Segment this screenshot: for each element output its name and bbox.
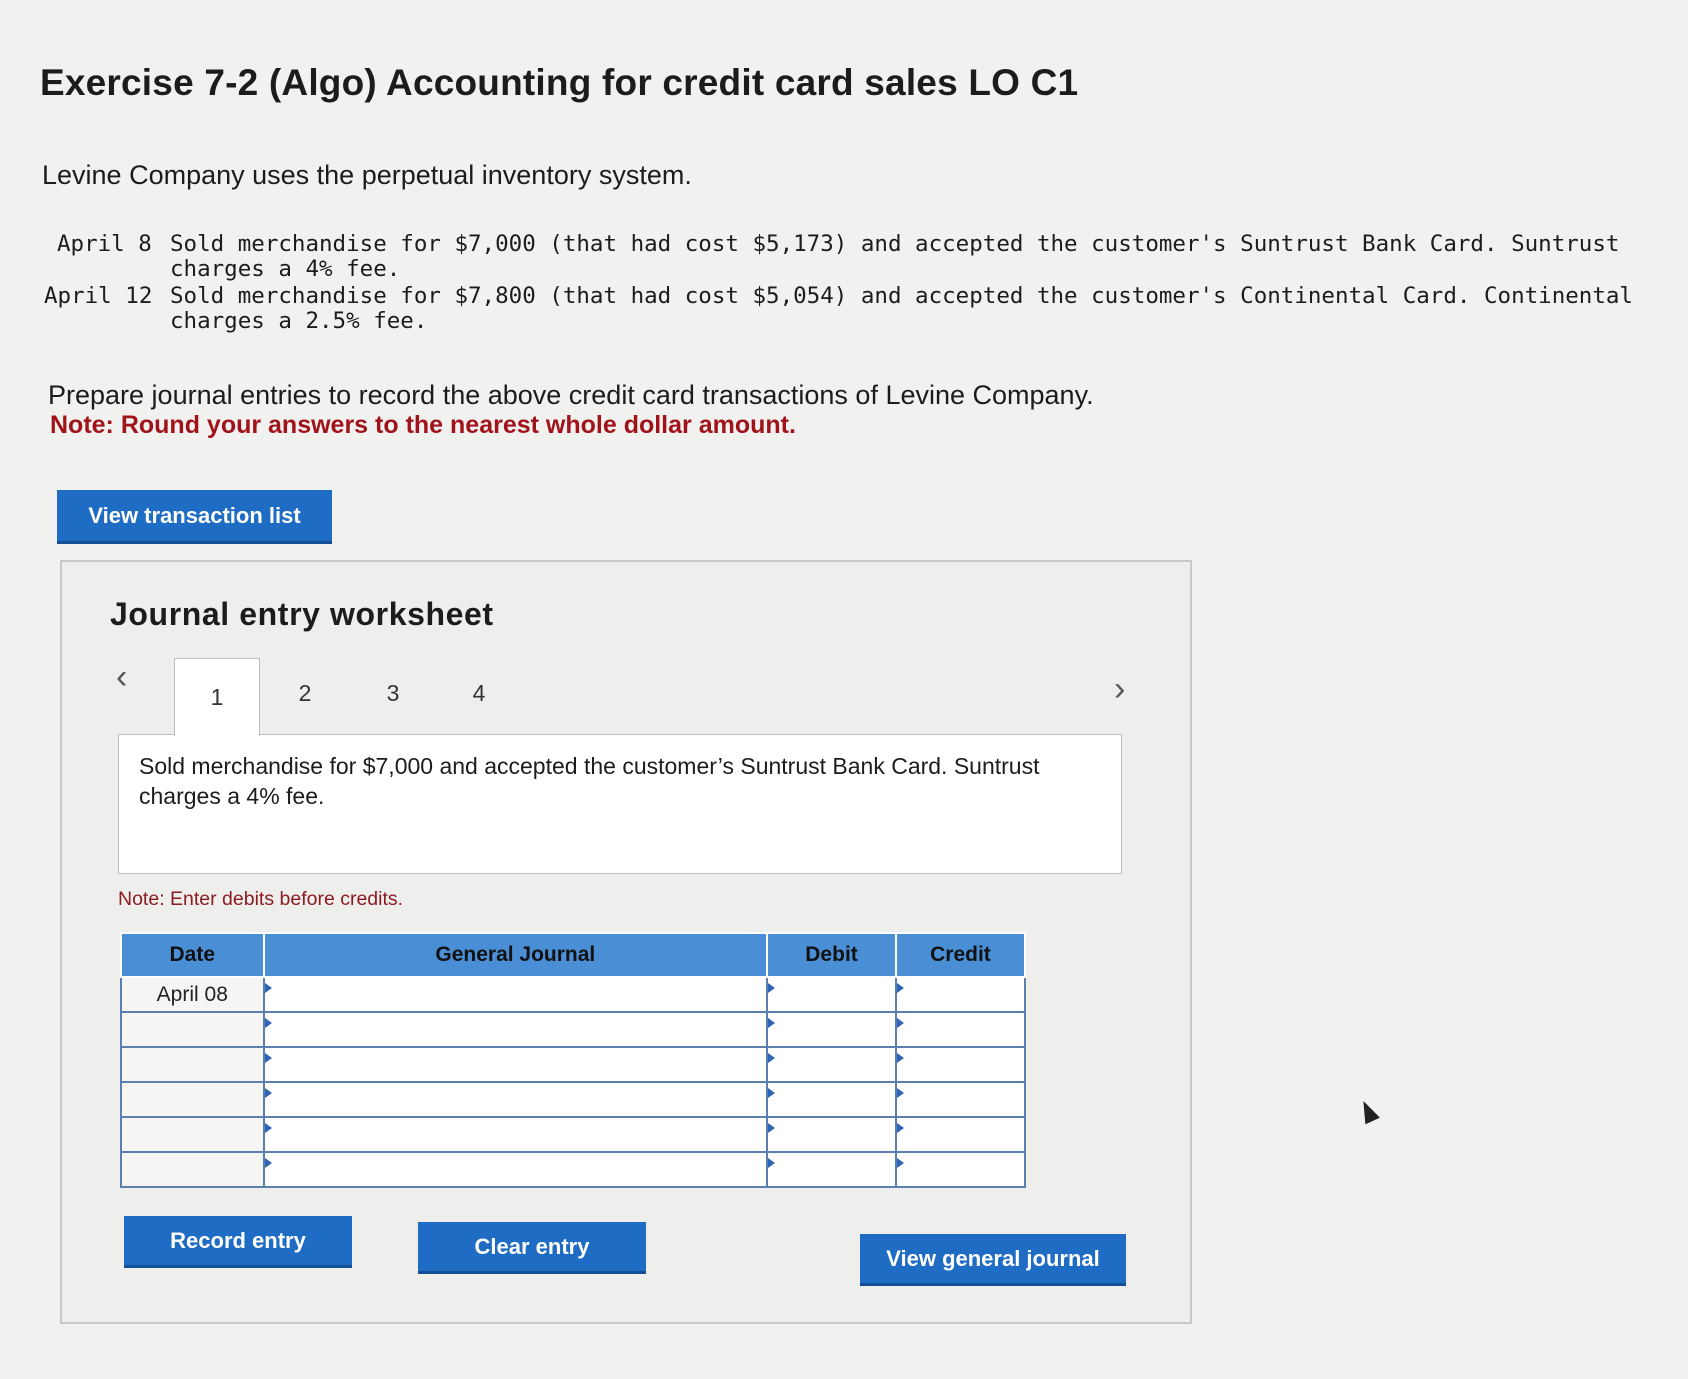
table-header-row: Date General Journal Debit Credit — [120, 932, 1027, 978]
table-row — [120, 1116, 1027, 1153]
date-cell — [120, 1011, 265, 1048]
dropdown-indicator-icon — [264, 1122, 272, 1133]
transaction-line: Sold merchandise for $7,000 (that had co… — [170, 231, 1620, 257]
account-input[interactable] — [262, 1116, 769, 1153]
column-header-date: Date — [120, 932, 265, 978]
debit-input[interactable] — [766, 1011, 897, 1048]
chevron-left-icon[interactable]: ‹ — [116, 658, 127, 697]
credit-input[interactable] — [894, 1116, 1027, 1153]
worksheet-title: Journal entry worksheet — [110, 596, 494, 632]
input-indicator-icon — [896, 1157, 904, 1168]
column-header-general-journal: General Journal — [262, 932, 769, 978]
tab-3[interactable]: 3 — [350, 658, 436, 728]
debit-input[interactable] — [766, 1116, 897, 1153]
account-input[interactable] — [262, 1046, 769, 1083]
dropdown-indicator-icon — [264, 1087, 272, 1098]
credit-input[interactable] — [894, 1081, 1027, 1118]
date-cell — [120, 1116, 265, 1153]
dropdown-indicator-icon — [264, 1017, 272, 1028]
table-row — [120, 1081, 1027, 1118]
mouse-pointer-icon — [1356, 1097, 1380, 1125]
input-indicator-icon — [768, 1157, 776, 1168]
credit-input[interactable] — [894, 1151, 1027, 1188]
transaction-item: April 12 Sold merchandise for $7,800 (th… — [44, 284, 1664, 344]
input-indicator-icon — [896, 1122, 904, 1133]
input-indicator-icon — [896, 982, 904, 993]
clear-entry-button[interactable]: Clear entry — [418, 1222, 646, 1274]
account-input[interactable] — [262, 976, 769, 1013]
transaction-line: charges a 4% fee. — [170, 256, 401, 282]
transaction-date: April 12 — [44, 283, 153, 309]
account-input[interactable] — [262, 1081, 769, 1118]
credit-input[interactable] — [894, 1046, 1027, 1083]
input-indicator-icon — [896, 1017, 904, 1028]
tab-2[interactable]: 2 — [262, 658, 348, 728]
input-indicator-icon — [896, 1087, 904, 1098]
input-indicator-icon — [768, 1017, 776, 1028]
tab-1[interactable]: 1 — [174, 658, 260, 736]
date-cell: April 08 — [120, 976, 265, 1013]
transaction-date: April 8 — [57, 231, 152, 257]
transaction-line: Sold merchandise for $7,800 (that had co… — [170, 283, 1633, 309]
account-input[interactable] — [262, 1011, 769, 1048]
table-row — [120, 1046, 1027, 1083]
date-cell — [120, 1151, 265, 1188]
credit-input[interactable] — [894, 1011, 1027, 1048]
date-cell — [120, 1081, 265, 1118]
dropdown-indicator-icon — [264, 1052, 272, 1063]
debit-input[interactable] — [766, 1151, 897, 1188]
input-indicator-icon — [896, 1052, 904, 1063]
transaction-line: charges a 2.5% fee. — [170, 308, 428, 334]
debit-credit-note: Note: Enter debits before credits. — [118, 888, 404, 910]
view-general-journal-button[interactable]: View general journal — [860, 1234, 1126, 1286]
dropdown-indicator-icon — [264, 982, 272, 993]
input-indicator-icon — [768, 1122, 776, 1133]
journal-entry-worksheet: Journal entry worksheet ‹ › 1 2 3 4 Sold… — [60, 560, 1192, 1324]
input-indicator-icon — [768, 1052, 776, 1063]
journal-table: Date General Journal Debit Credit April … — [120, 932, 1027, 1188]
table-row — [120, 1151, 1027, 1188]
chevron-right-icon[interactable]: › — [1114, 670, 1125, 709]
input-indicator-icon — [768, 1087, 776, 1098]
column-header-debit: Debit — [766, 932, 897, 978]
input-indicator-icon — [768, 982, 776, 993]
debit-input[interactable] — [766, 976, 897, 1013]
column-header-credit: Credit — [894, 932, 1027, 978]
transaction-description-box: Sold merchandise for $7,000 and accepted… — [118, 734, 1122, 874]
dropdown-indicator-icon — [264, 1157, 272, 1168]
debit-input[interactable] — [766, 1046, 897, 1083]
instructions-text: Prepare journal entries to record the ab… — [48, 380, 1094, 410]
debit-input[interactable] — [766, 1081, 897, 1118]
credit-input[interactable] — [894, 976, 1027, 1013]
account-input[interactable] — [262, 1151, 769, 1188]
rounding-note: Note: Round your answers to the nearest … — [50, 411, 796, 439]
date-cell — [120, 1046, 265, 1083]
intro-text: Levine Company uses the perpetual invent… — [42, 160, 692, 190]
table-row — [120, 1011, 1027, 1048]
transaction-description: Sold merchandise for $7,000 (that had co… — [170, 232, 1619, 282]
page-title: Exercise 7-2 (Algo) Accounting for credi… — [40, 62, 1079, 103]
record-entry-button[interactable]: Record entry — [124, 1216, 352, 1268]
transaction-description: Sold merchandise for $7,800 (that had co… — [170, 284, 1633, 334]
tab-4[interactable]: 4 — [436, 658, 522, 728]
view-transaction-list-button[interactable]: View transaction list — [57, 490, 332, 544]
table-row: April 08 — [120, 976, 1027, 1013]
